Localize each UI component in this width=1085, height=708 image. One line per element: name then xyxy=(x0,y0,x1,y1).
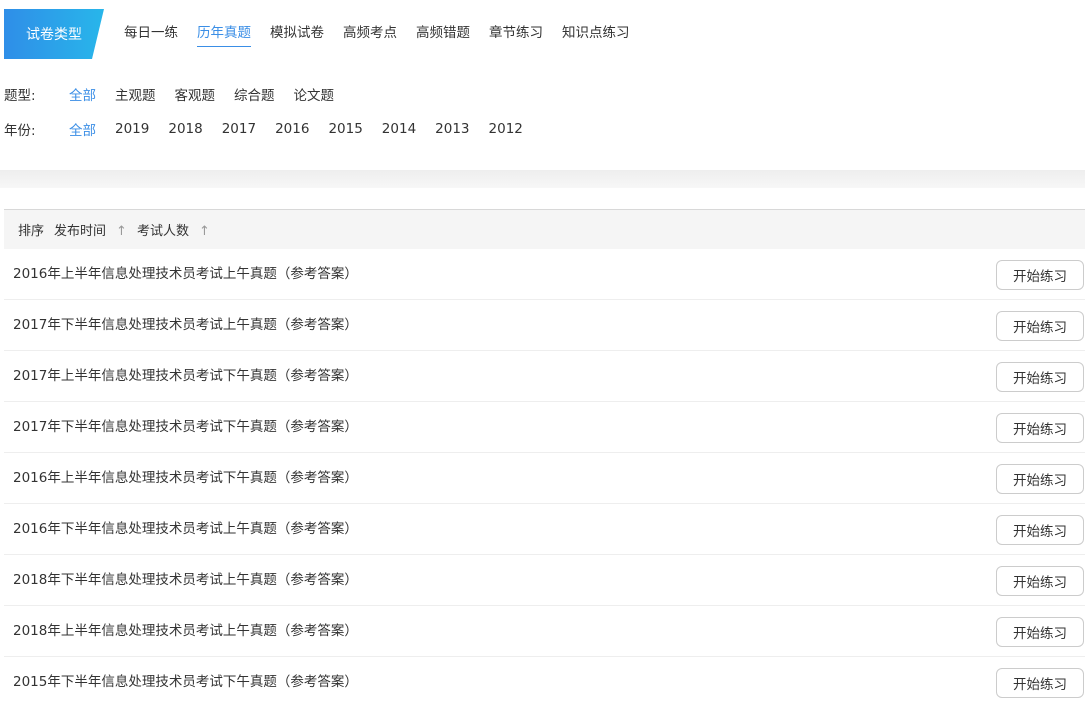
tab-knowledge-practice[interactable]: 知识点练习 xyxy=(562,24,630,47)
start-practice-button[interactable]: 开始练习 xyxy=(996,617,1084,647)
paper-type-tabs: 每日一练 历年真题 模拟试卷 高频考点 高频错题 章节练习 知识点练习 xyxy=(124,24,649,48)
sort-bar: 排序 发布时间 ↑ 考试人数 ↑ xyxy=(4,210,1085,249)
question-type-label: 题型: xyxy=(4,88,36,104)
exam-title[interactable]: 2017年上半年信息处理技术员考试下午真题（参考答案） xyxy=(13,364,358,384)
exam-title[interactable]: 2015年下半年信息处理技术员考试下午真题（参考答案） xyxy=(13,670,358,690)
list-item: 2016年下半年信息处理技术员考试上午真题（参考答案） 开始练习 xyxy=(4,504,1085,555)
section-divider xyxy=(0,170,1085,188)
sort-by-publish-time[interactable]: 发布时间 ↑ xyxy=(54,220,127,239)
list-item: 2017年下半年信息处理技术员考试上午真题（参考答案） 开始练习 xyxy=(4,300,1085,351)
tab-frequent-topics[interactable]: 高频考点 xyxy=(343,24,397,47)
arrow-up-icon: ↑ xyxy=(198,224,210,239)
sort-participants-label: 考试人数 xyxy=(136,224,189,239)
year-option-2014[interactable]: 2014 xyxy=(382,121,416,137)
tab-frequent-mistakes[interactable]: 高频错题 xyxy=(416,24,470,47)
start-practice-button[interactable]: 开始练习 xyxy=(996,668,1084,698)
list-item: 2015年下半年信息处理技术员考试下午真题（参考答案） 开始练习 xyxy=(4,657,1085,708)
tab-daily-practice[interactable]: 每日一练 xyxy=(124,24,178,47)
start-practice-button[interactable]: 开始练习 xyxy=(996,515,1084,545)
question-type-option-essay[interactable]: 论文题 xyxy=(294,84,335,104)
list-item: 2018年上半年信息处理技术员考试上午真题（参考答案） 开始练习 xyxy=(4,606,1085,657)
list-item: 2018年下半年信息处理技术员考试上午真题（参考答案） 开始练习 xyxy=(4,555,1085,606)
tab-chapter-practice[interactable]: 章节练习 xyxy=(489,24,543,47)
question-type-option-all[interactable]: 全部 xyxy=(69,84,96,104)
exam-title[interactable]: 2016年上半年信息处理技术员考试下午真题（参考答案） xyxy=(13,466,358,486)
year-option-2015[interactable]: 2015 xyxy=(328,121,362,137)
list-item: 2016年上半年信息处理技术员考试上午真题（参考答案） 开始练习 xyxy=(4,249,1085,300)
start-practice-button[interactable]: 开始练习 xyxy=(996,362,1084,392)
year-option-2013[interactable]: 2013 xyxy=(435,121,469,137)
start-practice-button[interactable]: 开始练习 xyxy=(996,566,1084,596)
year-option-2016[interactable]: 2016 xyxy=(275,121,309,137)
start-practice-button[interactable]: 开始练习 xyxy=(996,413,1084,443)
list-item: 2016年上半年信息处理技术员考试下午真题（参考答案） 开始练习 xyxy=(4,453,1085,504)
exam-title[interactable]: 2016年下半年信息处理技术员考试上午真题（参考答案） xyxy=(13,517,358,537)
year-option-2018[interactable]: 2018 xyxy=(168,121,202,137)
year-option-2017[interactable]: 2017 xyxy=(222,121,256,137)
question-type-option-subjective[interactable]: 主观题 xyxy=(115,84,156,104)
start-practice-button[interactable]: 开始练习 xyxy=(996,464,1084,494)
year-option-2019[interactable]: 2019 xyxy=(115,121,149,137)
question-type-option-comprehensive[interactable]: 综合题 xyxy=(234,84,275,104)
paper-type-label: 试卷类型 xyxy=(4,9,104,59)
year-label: 年份: xyxy=(4,123,36,139)
exam-title[interactable]: 2018年下半年信息处理技术员考试上午真题（参考答案） xyxy=(13,568,358,588)
question-type-filter: 题型: 全部 主观题 客观题 综合题 论文题 xyxy=(4,84,353,104)
filter-panel: 试卷类型 每日一练 历年真题 模拟试卷 高频考点 高频错题 章节练习 知识点练习… xyxy=(0,0,1085,170)
year-filter: 年份: 全部 2019 2018 2017 2016 2015 2014 201… xyxy=(4,119,542,139)
arrow-up-icon: ↑ xyxy=(116,224,127,239)
sort-publish-time-label: 发布时间 xyxy=(54,224,107,239)
exam-title[interactable]: 2017年下半年信息处理技术员考试上午真题（参考答案） xyxy=(13,313,358,333)
list-item: 2017年上半年信息处理技术员考试下午真题（参考答案） 开始练习 xyxy=(4,351,1085,402)
sort-label: 排序 xyxy=(18,224,45,239)
exam-title[interactable]: 2018年上半年信息处理技术员考试上午真题（参考答案） xyxy=(13,619,358,639)
start-practice-button[interactable]: 开始练习 xyxy=(996,311,1084,341)
year-option-2012[interactable]: 2012 xyxy=(489,121,523,137)
exam-title[interactable]: 2016年上半年信息处理技术员考试上午真题（参考答案） xyxy=(13,262,358,282)
tab-mock-exams[interactable]: 模拟试卷 xyxy=(270,24,324,47)
start-practice-button[interactable]: 开始练习 xyxy=(996,260,1084,290)
tab-past-exams[interactable]: 历年真题 xyxy=(197,24,251,47)
list-item: 2017年下半年信息处理技术员考试下午真题（参考答案） 开始练习 xyxy=(4,402,1085,453)
question-type-option-objective[interactable]: 客观题 xyxy=(175,84,216,104)
sort-by-participants[interactable]: 考试人数 ↑ xyxy=(137,220,210,239)
year-option-all[interactable]: 全部 xyxy=(69,119,96,139)
exam-list: 排序 发布时间 ↑ 考试人数 ↑ 2016年上半年信息处理技术员考试上午真题（参考答… xyxy=(4,209,1085,708)
exam-title[interactable]: 2017年下半年信息处理技术员考试下午真题（参考答案） xyxy=(13,415,358,435)
